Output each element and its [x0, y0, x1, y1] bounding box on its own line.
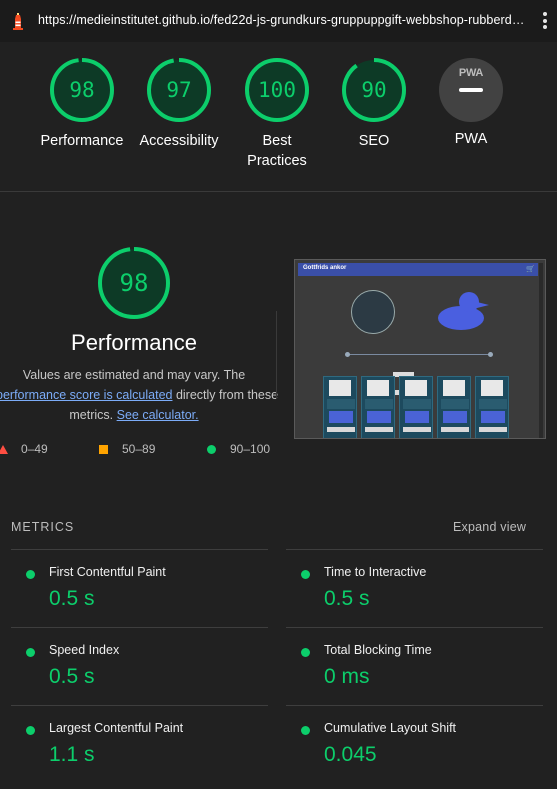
description-line: performance score is calculated directly…: [0, 385, 278, 405]
gauge-label: PWA: [454, 131, 488, 147]
metric-name: Total Blocking Time: [324, 643, 432, 657]
metric-largest-contentful-paint: Largest Contentful Paint 1.1 s: [11, 705, 268, 783]
metric-time-to-interactive: Time to Interactive 0.5 s: [286, 549, 543, 627]
page-screenshot[interactable]: Gottfrids ankor 🛒: [294, 259, 546, 439]
gauge-accessibility[interactable]: 97 Accessibility: [130, 56, 228, 151]
metric-name: First Contentful Paint: [49, 565, 166, 579]
see-calculator-link[interactable]: See calculator.: [117, 408, 199, 422]
product-card: [323, 376, 357, 438]
gauge-best-practices[interactable]: 100 Best Practices: [228, 56, 326, 171]
expand-view-toggle[interactable]: Expand view: [453, 520, 526, 534]
metric-name: Time to Interactive: [324, 565, 427, 579]
gauge-label: Performance: [40, 133, 124, 149]
description-text: metrics.: [69, 408, 114, 422]
metrics-heading: METRICS: [11, 520, 75, 534]
gauge-label: Best Practices: [247, 133, 307, 169]
pwa-badge-text: PWA: [458, 67, 484, 79]
metric-name: Cumulative Layout Shift: [324, 721, 457, 735]
page-url[interactable]: https://medieinstitutet.github.io/fed22d…: [38, 13, 530, 27]
description-text: directly from these: [172, 388, 279, 402]
product-card: [475, 376, 509, 438]
product-card: [399, 376, 433, 438]
screenshot-scrollbar: [539, 263, 543, 438]
duck-icon: [438, 292, 489, 330]
gauge-label: SEO: [358, 133, 390, 149]
gauge-pwa[interactable]: PWA PWA: [422, 56, 520, 149]
welcome-bubble: [351, 290, 395, 334]
pass-circle-icon: [301, 648, 310, 657]
metric-name: Largest Contentful Paint: [49, 721, 184, 735]
circle-icon: [207, 444, 216, 454]
metric-speed-index: Speed Index 0.5 s: [11, 627, 268, 705]
gauge-score: 100: [258, 78, 296, 102]
score-gauges-row: 98 Performance 97 Accessibility 100 Best…: [0, 42, 557, 192]
screenshot-site-title: Gottfrids ankor: [303, 265, 347, 271]
lighthouse-icon: [13, 13, 23, 30]
metrics-section: METRICS Expand view First Contentful Pai…: [0, 505, 557, 789]
pass-circle-icon: [301, 570, 310, 579]
dash-icon: [459, 88, 483, 92]
performance-section: 98 Performance Values are estimated and …: [0, 193, 557, 493]
gauge-performance[interactable]: 98 Performance: [33, 56, 131, 151]
metric-value: 0.5 s: [49, 665, 95, 688]
filter-selects: [393, 364, 441, 395]
product-card: [361, 376, 395, 438]
legend-range: 50–89: [122, 442, 156, 456]
gauge-score: 97: [166, 78, 192, 102]
legend-average: 50–89: [99, 442, 155, 456]
gauge-label: Accessibility: [139, 133, 219, 149]
address-bar[interactable]: https://medieinstitutet.github.io/fed22d…: [0, 0, 557, 42]
pass-circle-icon: [26, 648, 35, 657]
performance-gauge: 98: [96, 245, 172, 321]
square-icon: [99, 444, 108, 454]
triangle-icon: [0, 444, 8, 454]
description-line: Values are estimated and may vary. The: [22, 368, 246, 382]
metric-value: 0 ms: [324, 665, 370, 688]
metric-cumulative-layout-shift: Cumulative Layout Shift 0.045: [286, 705, 543, 783]
metric-value: 1.1 s: [49, 743, 95, 766]
price-slider: [347, 354, 492, 355]
product-card: [437, 376, 471, 438]
performance-title: Performance: [71, 330, 197, 355]
more-options-icon[interactable]: [541, 12, 549, 32]
metric-value: 0.045: [324, 743, 377, 766]
metric-value: 0.5 s: [49, 587, 95, 610]
pass-circle-icon: [301, 726, 310, 735]
legend-range: 0–49: [21, 442, 48, 456]
pass-circle-icon: [26, 726, 35, 735]
gauge-seo[interactable]: 90 SEO: [325, 56, 423, 151]
metric-name: Speed Index: [49, 643, 120, 657]
screenshot-header: Gottfrids ankor 🛒: [298, 263, 538, 276]
metric-first-contentful-paint: First Contentful Paint 0.5 s: [11, 549, 268, 627]
metric-total-blocking-time: Total Blocking Time 0 ms: [286, 627, 543, 705]
legend-pass: 90–100: [207, 442, 270, 456]
metric-value: 0.5 s: [324, 587, 370, 610]
legend-range: 90–100: [230, 442, 271, 456]
cart-icon: 🛒: [526, 266, 535, 273]
description-line: metrics. See calculator.: [0, 405, 268, 425]
gauge-score: 90: [361, 78, 387, 102]
gauge-score: 98: [69, 78, 95, 102]
pwa-badge-icon: PWA: [439, 58, 503, 122]
performance-score: 98: [119, 269, 149, 297]
score-calculated-link[interactable]: performance score is calculated: [0, 388, 172, 402]
pass-circle-icon: [26, 570, 35, 579]
legend-fail: 0–49: [0, 442, 48, 456]
slider-thumb: [345, 352, 350, 357]
product-cards: [323, 376, 513, 438]
divider: [276, 311, 277, 399]
slider-thumb: [488, 352, 493, 357]
